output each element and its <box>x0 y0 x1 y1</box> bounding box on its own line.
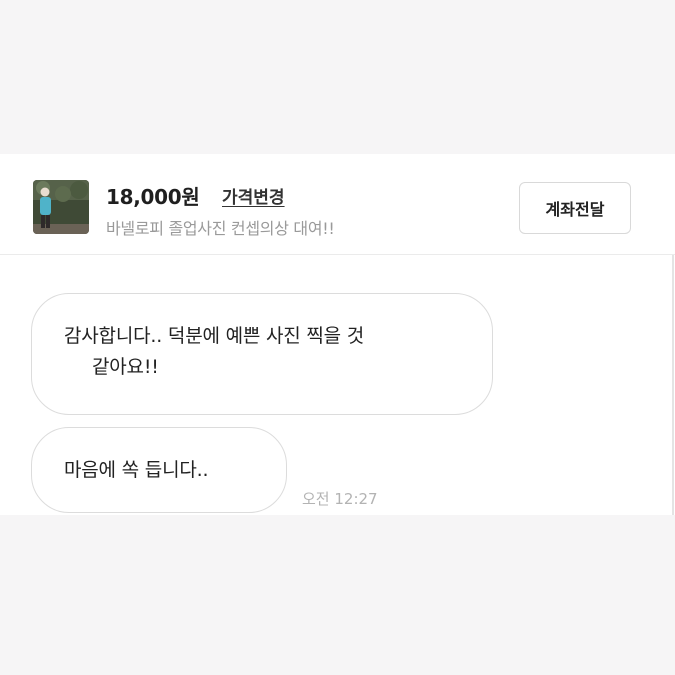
message-text-line: 같아요!! <box>92 356 159 378</box>
chat-area-edge <box>672 255 674 515</box>
account-transfer-button[interactable]: 계좌전달 <box>519 182 631 234</box>
product-thumbnail-image <box>33 180 89 234</box>
product-title: 바넬로피 졸업사진 컨셉의상 대여!! <box>106 219 335 238</box>
product-info-bar: 18,000원 가격변경 바넬로피 졸업사진 컨셉의상 대여!! 계좌전달 <box>0 154 675 255</box>
price-change-link[interactable]: 가격변경 <box>222 183 285 208</box>
message-bubble: 감사합니다.. 덕분에 예쁜 사진 찍을 것 같아요!! <box>31 293 493 415</box>
message-text: 마음에 쏙 듭니다.. <box>64 459 209 481</box>
product-price: 18,000원 <box>106 185 200 209</box>
message-bubble: 마음에 쏙 듭니다.. <box>31 427 287 513</box>
product-thumbnail[interactable] <box>33 180 89 234</box>
message-text-line: 감사합니다.. 덕분에 예쁜 사진 찍을 것 <box>64 325 365 347</box>
chat-message-list: 감사합니다.. 덕분에 예쁜 사진 찍을 것 같아요!! 마음에 쏙 듭니다..… <box>0 255 675 515</box>
message-timestamp: 오전 12:27 <box>302 490 378 508</box>
